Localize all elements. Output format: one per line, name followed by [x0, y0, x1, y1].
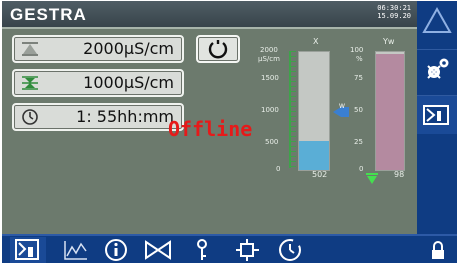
operation-button[interactable] [417, 95, 457, 134]
trend-icon [64, 241, 87, 260]
setpoint-marker: W [333, 102, 349, 117]
gauge-x-scale-1500: 1500 [261, 74, 279, 82]
timer-icon [279, 239, 301, 261]
clock-date: 15.09.20 [377, 12, 411, 20]
side-nav [417, 1, 457, 234]
timer-icon [22, 109, 38, 125]
warning-button[interactable] [417, 1, 457, 39]
gauge-yw-scale-0: 0 [359, 165, 364, 173]
sensor-icon [197, 239, 207, 260]
upper-limit-value: 2000μS/cm [83, 39, 174, 58]
gauge-x-value: 502 [312, 170, 328, 179]
brand-logo: GESTRA [10, 5, 87, 24]
clock: 06:30:21 15.09.20 [377, 4, 411, 20]
title-bar: GESTRA 06:30:21 15.09.20 [2, 1, 417, 27]
trend-tab[interactable] [58, 237, 94, 263]
upper-limit-field[interactable]: 2000μS/cm [12, 35, 184, 63]
gauge-yw-scale-50: 50 [354, 106, 363, 114]
switch-icon [236, 239, 259, 261]
gauge-yw-value: 98 [394, 170, 405, 179]
gauge-x-bar [298, 51, 330, 171]
gauge-yw-fill [376, 54, 404, 170]
lock-icon [432, 241, 444, 259]
interval-value: 1: 55hh:mm [76, 107, 174, 126]
power-icon [208, 40, 228, 59]
operation-tab[interactable] [10, 237, 46, 263]
timer-tab[interactable] [272, 237, 308, 263]
setpoint-value: 1000μS/cm [83, 73, 174, 92]
gauge-x-scale-1000: 1000 [261, 106, 279, 114]
valve-indicator [366, 170, 378, 189]
operation-icon [423, 105, 449, 125]
valve-icon [366, 173, 378, 184]
gauge-yw-bar [375, 51, 405, 171]
clock-time: 06:30:21 [377, 4, 411, 12]
bottom-nav [2, 234, 457, 263]
main-panel: 2000μS/cm 1000μS/cm 1: 55hh:mm Offline 2… [2, 27, 417, 236]
warning-icon [422, 6, 452, 33]
setpoint-icon [22, 76, 38, 90]
gauge-x-scale-unit: μS/cm [258, 55, 280, 63]
valve-icon [145, 240, 171, 260]
gauge-x-scale-0: 0 [276, 165, 281, 173]
upper-limit-icon [22, 42, 38, 56]
sensor-tab[interactable] [186, 237, 222, 263]
marker-label: W [339, 103, 345, 110]
info-tab[interactable] [98, 237, 134, 263]
interval-field[interactable]: 1: 55hh:mm [12, 103, 184, 131]
operation-icon [15, 239, 39, 260]
gauge-x-fill [299, 140, 329, 170]
gauge-yw-scale-100: 100 [350, 46, 364, 54]
setpoint-field[interactable]: 1000μS/cm [12, 69, 184, 97]
device-screen: GESTRA 06:30:21 15.09.20 2000μS/cm 1000μ… [2, 1, 457, 263]
gauge-yw-label: Yw [383, 37, 395, 46]
gauge-yw-scale-unit: % [356, 55, 363, 63]
valve-tab[interactable] [140, 237, 176, 263]
offline-status: Offline [168, 117, 253, 141]
gauge-x-scale-2000: 2000 [260, 46, 278, 54]
lock-button[interactable] [420, 237, 452, 263]
settings-icon [427, 58, 449, 79]
settings-button[interactable] [417, 49, 457, 88]
gauge-x-scale-500: 500 [265, 138, 279, 146]
start-stop-button[interactable] [196, 35, 240, 63]
gauge-yw-scale-25: 25 [354, 138, 363, 146]
gauge-x-label: X [313, 37, 319, 46]
gauge-yw-scale-75: 75 [354, 74, 363, 82]
gauge-x-setpoint-band [289, 51, 296, 168]
info-icon [105, 239, 127, 261]
switch-tab[interactable] [230, 237, 266, 263]
